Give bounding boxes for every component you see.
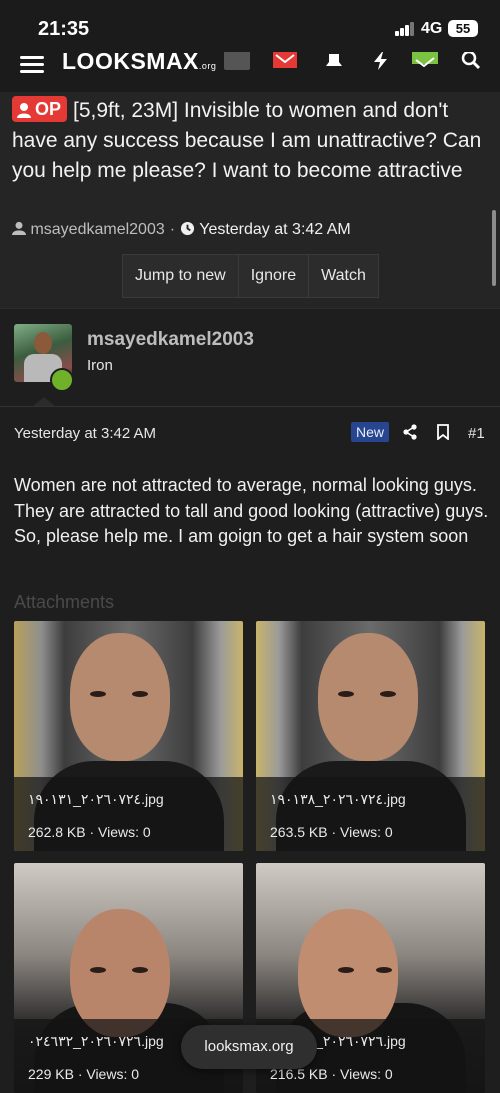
signal-icon <box>395 22 417 36</box>
new-badge: New <box>351 422 390 442</box>
thread-author[interactable]: msayedkamel2003 <box>30 221 164 238</box>
status-bar: 21:35 4G 55 <box>0 0 500 52</box>
attachment-thumbnail[interactable]: ٢٠٢٦٠٧٢٤_١٩٠١٣١.jpg 262.8 KB · Views: 0 <box>14 621 243 851</box>
user-icon <box>17 103 31 118</box>
bookmark-icon[interactable] <box>436 424 450 440</box>
attachment-meta: 229 KB · Views: 0 <box>28 1066 140 1082</box>
search-icon[interactable] <box>460 52 484 70</box>
menu-icon[interactable] <box>20 56 44 74</box>
share-icon[interactable] <box>402 424 418 440</box>
attachment-filename: ٢٠٢٦٠٧٢٤_١٩٠١٣١.jpg <box>28 791 164 807</box>
op-badge: OP <box>12 96 68 122</box>
thread-meta: msayedkamel2003 · Yesterday at 3:42 AM <box>12 221 351 239</box>
inbox-icon[interactable] <box>273 52 297 70</box>
app-bar: LOOKSMAX.org <box>0 52 500 92</box>
bolt-icon[interactable] <box>369 52 393 70</box>
post-text: Women are not attracted to average, norm… <box>14 475 489 546</box>
attachments-label: Attachments <box>14 592 115 612</box>
ignore-button[interactable]: Ignore <box>239 255 310 297</box>
attachment-meta: 263.5 KB · Views: 0 <box>270 824 393 840</box>
post-body: Yesterday at 3:42 AM New #1 Women are no… <box>0 406 500 1093</box>
thread-title: OP [5,9ft, 23M] Invisible to women and do… <box>12 96 482 186</box>
attachment-thumbnail[interactable]: ٢٠٢٦٠٧٢٤_١٩٠١٣٨.jpg 263.5 KB · Views: 0 <box>256 621 485 851</box>
battery-icon: 55 <box>448 20 478 37</box>
post-number[interactable]: #1 <box>468 425 485 442</box>
chat-icon[interactable] <box>412 52 438 70</box>
user-icon <box>12 221 26 235</box>
bell-icon[interactable] <box>322 52 346 70</box>
post-username[interactable]: msayedkamel2003 <box>87 329 254 351</box>
attachment-meta: 262.8 KB · Views: 0 <box>28 824 151 840</box>
post-author-block: msayedkamel2003 Iron <box>0 308 500 407</box>
online-indicator <box>50 368 74 392</box>
site-logo[interactable]: LOOKSMAX.org <box>62 52 216 75</box>
watch-button[interactable]: Watch <box>309 255 378 297</box>
network-type: 4G <box>421 20 443 37</box>
scrollbar[interactable] <box>492 210 496 286</box>
user-rank: Iron <box>87 357 113 374</box>
post-date[interactable]: Yesterday at 3:42 AM <box>14 425 156 442</box>
url-pill[interactable]: looksmax.org <box>181 1025 317 1069</box>
clock-icon <box>181 221 195 236</box>
jump-to-new-button[interactable]: Jump to new <box>123 255 239 297</box>
user-avatar-icon[interactable] <box>224 52 250 70</box>
status-time: 21:35 <box>38 18 90 40</box>
attachment-filename: ٢٠٢٦٠٧٢٦_٠٢٤٦٣٢.jpg <box>28 1033 164 1049</box>
thread-actions: Jump to new Ignore Watch <box>122 254 379 298</box>
thread-date: Yesterday at 3:42 AM <box>199 221 351 238</box>
attachment-filename: ٢٠٢٦٠٧٢٤_١٩٠١٣٨.jpg <box>270 791 406 807</box>
